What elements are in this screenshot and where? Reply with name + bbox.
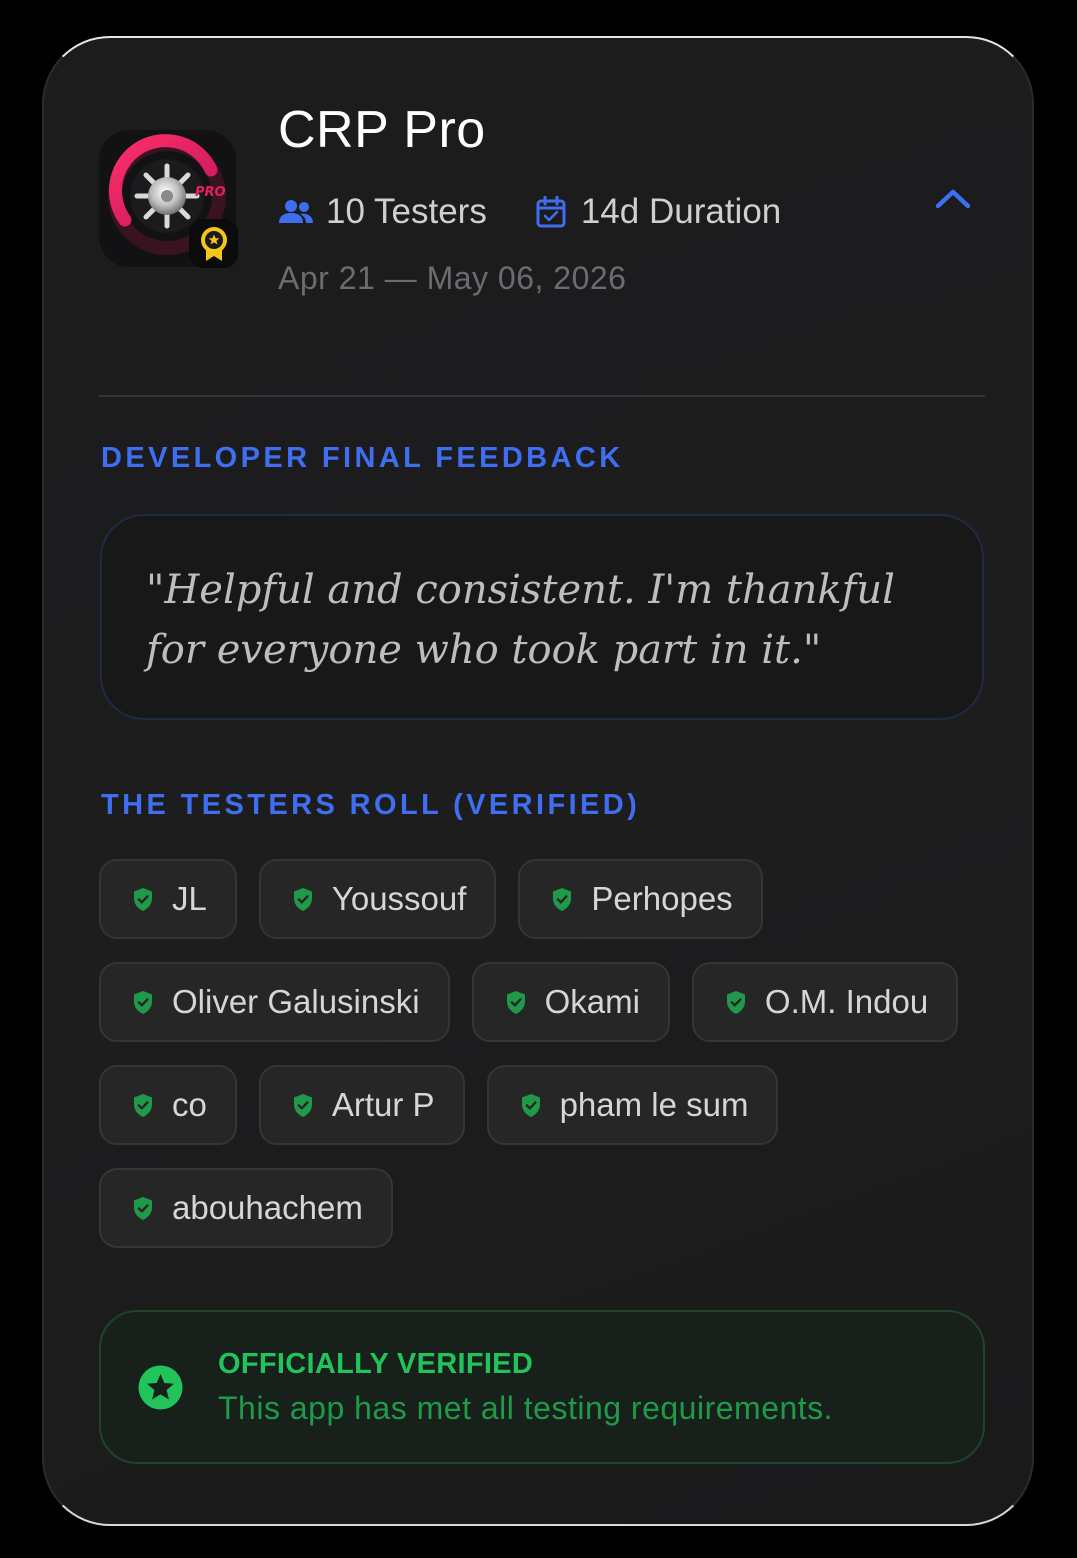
testers-row: abouhachem [99,1168,999,1248]
verified-shield-icon [550,886,574,912]
collapse-button[interactable] [932,180,974,216]
app-title: CRP Pro [278,101,486,159]
tester-chip: Oliver Galusinski [99,962,450,1042]
tester-name: pham le sum [559,1086,749,1123]
feedback-quote: "Helpful and consistent. I'm thankful fo… [146,567,895,673]
testers-row: Oliver Galusinski Okami O.M. Indou [99,962,999,1042]
svg-text:PRO: PRO [195,185,226,200]
tester-name: Oliver Galusinski [172,983,420,1020]
testers-section-label: THE TESTERS ROLL (VERIFIED) [101,789,641,821]
tester-chip: JL [99,859,237,939]
verified-banner: OFFICIALLY VERIFIED This app has met all… [99,1310,985,1464]
verified-shield-icon [291,1092,315,1118]
verified-shield-icon [131,1195,155,1221]
tester-name: JL [172,880,207,917]
testers-roll: JL Youssouf Perhopes Oliver Galusinski Okami… [99,859,999,1271]
app-testing-card: PRO CRP Pro 10 Testers 14d Duration Apr … [42,36,1034,1526]
verified-shield-icon [131,1092,155,1118]
verified-shield-icon [504,989,528,1015]
tester-name: Youssouf [331,880,467,917]
duration: 14d Duration [533,192,781,232]
feedback-section-label: DEVELOPER FINAL FEEDBACK [101,442,624,474]
verified-subtitle: This app has met all testing requirement… [218,1390,834,1426]
testers-count: 10 Testers [278,192,487,232]
tester-chip: O.M. Indou [691,962,959,1042]
tester-name: Perhopes [591,880,733,917]
users-icon [278,194,314,230]
tester-chip: Perhopes [518,859,763,939]
testers-row: co Artur P pham le sum [99,1065,999,1145]
award-ribbon-icon [189,219,238,268]
chevron-up-icon [935,189,971,209]
star-badge-icon [138,1365,183,1410]
app-icon: PRO [99,130,238,268]
tester-chip: abouhachem [99,1168,393,1248]
duration-label: 14d Duration [580,192,782,231]
testers-label: 10 Testers [326,192,487,231]
tester-name: co [172,1086,207,1123]
tester-chip: Youssouf [258,859,497,939]
feedback-quote-box: "Helpful and consistent. I'm thankful fo… [100,514,984,720]
verified-shield-icon [131,886,155,912]
testers-row: JL Youssouf Perhopes [99,859,999,939]
tester-chip: Artur P [258,1065,465,1145]
verified-shield-icon [519,1092,543,1118]
tester-chip: co [99,1065,237,1145]
tester-chip: Okami [471,962,670,1042]
date-range: Apr 21 — May 06, 2026 [278,260,627,296]
verified-shield-icon [724,989,748,1015]
tester-name: Artur P [331,1086,435,1123]
verified-shield-icon [131,989,155,1015]
calendar-check-icon [533,194,569,230]
meta-row: 10 Testers 14d Duration [278,188,781,236]
tester-name: O.M. Indou [764,983,929,1020]
verified-shield-icon [291,886,315,912]
divider [99,395,985,397]
verified-title: OFFICIALLY VERIFIED [218,1348,534,1380]
tester-chip: pham le sum [486,1065,779,1145]
tester-name: abouhachem [172,1189,363,1226]
tester-name: Okami [544,983,640,1020]
